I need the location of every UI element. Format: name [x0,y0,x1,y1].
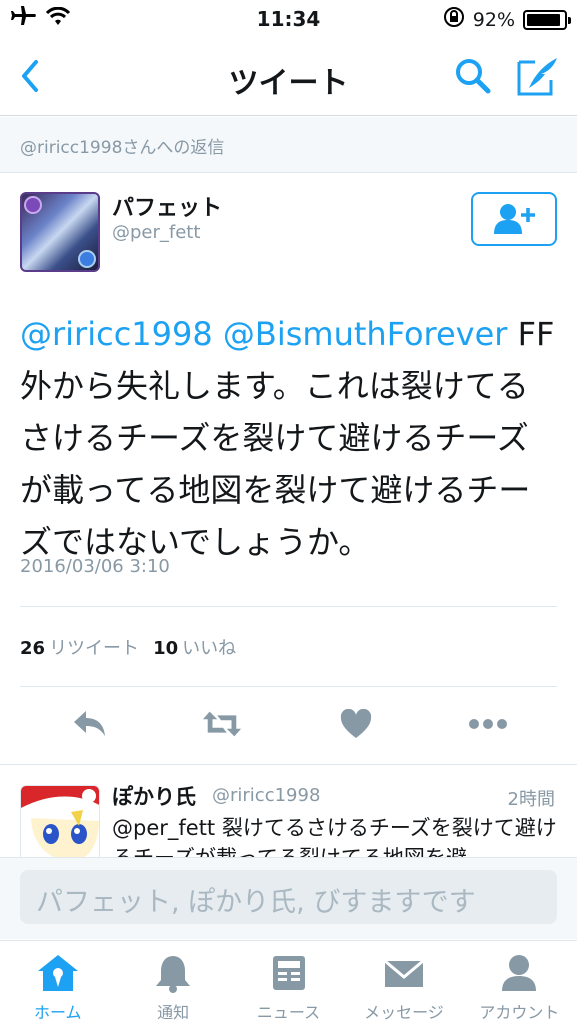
tab-home[interactable]: ホーム [0,941,115,1024]
avatar[interactable] [20,192,100,272]
author-name[interactable]: パフェット [112,190,222,222]
like-count: 10 [153,638,179,659]
tab-label: 通知 [157,1003,190,1022]
like-label: いいね [182,638,237,659]
tab-messages[interactable]: メッセージ [346,941,461,1024]
gem-icon [24,196,42,214]
search-icon [456,59,491,94]
person-icon [502,955,537,991]
mention-link[interactable]: @BismuthForever [223,315,508,353]
more-icon [469,719,507,729]
reply-time: 2時間 [507,789,555,810]
retweet-icon [202,711,242,737]
tab-notifications[interactable]: 通知 [115,941,230,1024]
retweet-label: リツイート [49,638,140,659]
author-handle[interactable]: @per_fett [112,222,200,243]
reply-text: @per_fett 裂けてるさけるチーズを裂けて避けるチーズが載ってる裂けてる地… [112,813,562,857]
home-icon [37,955,78,991]
reply-input[interactable]: パフェット, ぽかり氏, びすますです [20,870,557,924]
mention-link[interactable]: @per_fett [112,816,215,840]
tweet-text: @riricc1998 @BismuthForever FF外から失礼します。こ… [20,308,560,568]
bell-icon [156,956,191,993]
compose-button[interactable] [515,54,559,98]
like-stat[interactable]: 10 いいね [153,634,236,660]
news-icon [272,956,305,990]
tweet-timestamp: 2016/03/06 3:10 [20,556,170,577]
add-user-icon [494,204,535,234]
tab-account[interactable]: アカウント [462,941,577,1024]
reply-compose-bar: パフェット, ぽかり氏, びすますです [0,857,577,939]
reply-author-name[interactable]: ぽかり氏 [112,781,196,811]
tab-label: メッセージ [364,1003,444,1022]
like-button[interactable] [336,704,376,744]
tab-label: ニュース [256,1003,321,1022]
tweet-actions [0,704,577,744]
compose-icon [517,58,557,96]
reply-icon [74,711,105,736]
more-button[interactable] [468,704,508,744]
search-button[interactable] [453,56,493,96]
tweet-stats: 26 リツイート 10 いいね [20,634,236,660]
reply-avatar[interactable] [20,785,100,857]
retweet-count: 26 [20,638,46,659]
retweet-button[interactable] [202,704,242,744]
envelope-icon [383,959,424,987]
orientation-lock-icon [443,6,465,33]
divider [20,606,557,607]
reply-button[interactable] [70,704,110,744]
tab-label: アカウント [479,1003,560,1022]
tab-bar: ホーム 通知 ニュース メッセージ アカウント [0,940,577,1024]
battery-icon [523,9,571,30]
heart-icon [340,709,372,738]
battery-percent: 92% [472,8,515,31]
mention-link[interactable]: @riricc1998 [20,315,213,353]
in-reply-to-banner[interactable]: @riricc1998さんへの返信 [0,117,577,173]
retweet-stat[interactable]: 26 リツイート [20,634,139,660]
status-bar: 11:34 92% [0,0,577,38]
divider [20,686,557,687]
follow-button[interactable] [471,192,557,246]
nav-bar: ツイート [0,38,577,116]
tab-label: ホーム [33,1003,82,1022]
tab-news[interactable]: ニュース [231,941,346,1024]
gem-icon [78,250,96,268]
reply-tweet[interactable]: ぽかり氏 @riricc1998 2時間 @per_fett 裂けてるさけるチー… [0,765,577,857]
reply-author-handle[interactable]: @riricc1998 [212,785,320,806]
